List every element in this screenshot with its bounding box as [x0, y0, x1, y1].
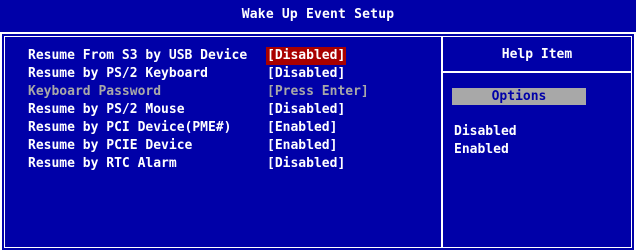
option-disabled: Disabled: [454, 124, 517, 139]
setting-row-ps2-keyboard[interactable]: Resume by PS/2 Keyboard [Disabled]: [28, 65, 438, 83]
options-header: Options: [452, 88, 586, 105]
help-divider: [443, 71, 631, 73]
option-enabled: Enabled: [454, 142, 509, 157]
setting-row-usb-resume[interactable]: Resume From S3 by USB Device [Disabled]: [28, 47, 438, 65]
setting-value[interactable]: [Disabled]: [266, 101, 346, 119]
setting-label: Resume by RTC Alarm: [28, 156, 177, 171]
setting-row-pcie-device[interactable]: Resume by PCIE Device [Enabled]: [28, 137, 438, 155]
window-title: Wake Up Event Setup: [241, 7, 395, 22]
setting-row-rtc-alarm[interactable]: Resume by RTC Alarm [Disabled]: [28, 155, 438, 173]
setting-value[interactable]: [Enabled]: [266, 119, 338, 137]
setting-label: Resume by PCIE Device: [28, 138, 193, 153]
title-bar: Wake Up Event Setup: [0, 0, 636, 33]
setup-frame-inner: Resume From S3 by USB Device [Disabled] …: [4, 36, 632, 248]
setting-value: [Press Enter]: [267, 84, 369, 99]
setting-row-ps2-mouse[interactable]: Resume by PS/2 Mouse [Disabled]: [28, 101, 438, 119]
setting-label: Resume by PCI Device(PME#): [28, 120, 232, 135]
pane-divider: [441, 37, 443, 247]
setting-value[interactable]: [Disabled]: [266, 65, 346, 83]
setting-label: Resume by PS/2 Mouse: [28, 102, 185, 117]
setup-frame: Resume From S3 by USB Device [Disabled] …: [0, 32, 636, 252]
setting-value[interactable]: [Disabled]: [266, 47, 347, 65]
setting-value[interactable]: [Disabled]: [266, 155, 346, 173]
help-title: Help Item: [501, 47, 573, 62]
setting-label: Resume From S3 by USB Device: [28, 48, 248, 63]
setting-row-keyboard-password: Keyboard Password [Press Enter]: [28, 83, 438, 101]
setting-label: Resume by PS/2 Keyboard: [28, 66, 209, 81]
setting-row-pci-device[interactable]: Resume by PCI Device(PME#) [Enabled]: [28, 119, 438, 137]
setting-value[interactable]: [Enabled]: [266, 137, 338, 155]
setting-label: Keyboard Password: [28, 84, 162, 99]
